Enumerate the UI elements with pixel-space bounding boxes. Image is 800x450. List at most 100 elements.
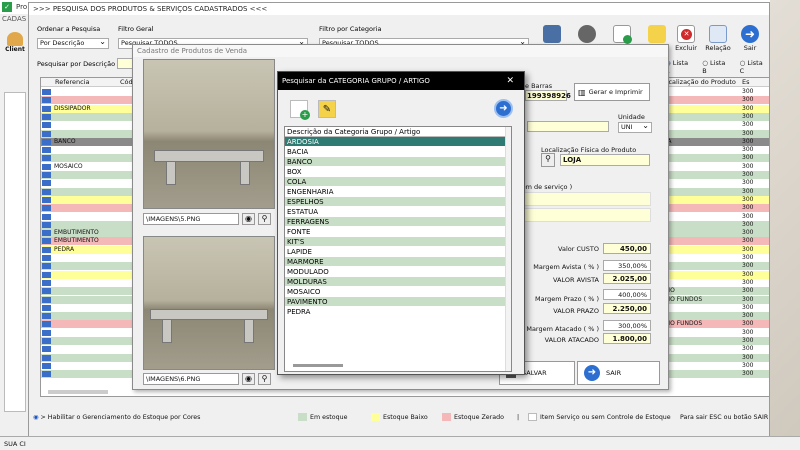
lista-a-radio[interactable]: ◉ Lista A bbox=[665, 59, 694, 75]
row-stock: 300 bbox=[742, 337, 754, 344]
legend-green-swatch bbox=[298, 413, 307, 421]
valor-custo-label: Valor CUSTO bbox=[558, 245, 599, 253]
sair-top-button[interactable]: ➜ Sair bbox=[735, 25, 765, 52]
category-scrollbar[interactable] bbox=[505, 127, 511, 371]
loc-field[interactable]: LOJA bbox=[560, 154, 650, 166]
legend-item-servico: Item Serviço ou sem Controle de Estoque bbox=[528, 409, 671, 427]
search-titlebar: >>> PESQUISA DOS PRODUTOS & SERVIÇOS CAD… bbox=[29, 3, 769, 15]
descricao-field[interactable] bbox=[527, 121, 609, 132]
arrow-right-icon: ➜ bbox=[741, 25, 759, 43]
row-stock: 300 bbox=[742, 328, 754, 336]
lista-c-radio[interactable]: ○ Lista C bbox=[740, 59, 769, 75]
category-item[interactable]: KIT'S bbox=[285, 237, 511, 247]
category-dialog: Pesquisar da CATEGORIA GRUPO / ARTIGO ✕ … bbox=[277, 71, 525, 375]
row-marker-icon bbox=[42, 362, 51, 369]
tool-button-2[interactable] bbox=[572, 25, 602, 44]
image-1-camera-button[interactable]: ◉ bbox=[242, 213, 255, 225]
category-item[interactable]: MOSAICO bbox=[285, 287, 511, 297]
row-ref: EMBUTIMENTO bbox=[54, 237, 99, 245]
image-2-search-button[interactable]: ⚲ bbox=[258, 373, 271, 385]
category-item[interactable]: PAVIMENTO bbox=[285, 297, 511, 307]
delete-icon: ✕ bbox=[677, 25, 695, 43]
category-item[interactable]: MODULADO bbox=[285, 267, 511, 277]
valor-atacado-label: VALOR ATACADO bbox=[544, 336, 599, 344]
valor-custo-field[interactable]: 450,00 bbox=[603, 243, 651, 254]
sair-button[interactable]: ➜ SAIR bbox=[577, 361, 660, 385]
relacao-button[interactable]: Relação bbox=[703, 25, 733, 52]
row-stock: 300 bbox=[742, 146, 754, 154]
add-icon: + bbox=[300, 110, 310, 120]
row-stock: 300 bbox=[742, 112, 754, 120]
bg-list bbox=[4, 92, 26, 412]
row-marker-icon bbox=[42, 163, 51, 170]
category-item[interactable]: FERRAGENS bbox=[285, 217, 511, 227]
row-marker-icon bbox=[42, 271, 51, 278]
row-marker-icon bbox=[42, 97, 51, 104]
edit-category-button[interactable]: ✎ bbox=[318, 100, 336, 118]
camera-icon: ◉ bbox=[245, 374, 252, 383]
grid-scrollbar[interactable] bbox=[48, 390, 108, 394]
close-icon[interactable]: ✕ bbox=[506, 72, 514, 90]
row-ref: BANCO bbox=[54, 137, 76, 145]
row-marker-icon bbox=[42, 371, 51, 378]
valor-atacado-field[interactable]: 1.800,00 bbox=[603, 333, 651, 344]
loc-search-button[interactable]: ⚲ bbox=[541, 153, 555, 167]
valor-prazo-field[interactable]: 2.250,00 bbox=[603, 303, 651, 314]
obs-field-2[interactable] bbox=[511, 208, 651, 222]
image-1-search-button[interactable]: ⚲ bbox=[258, 213, 271, 225]
row-stock: 300 bbox=[742, 154, 754, 162]
sair-hint: Para sair ESC ou botão SAIR bbox=[680, 414, 769, 421]
client-button[interactable]: Client bbox=[4, 32, 26, 53]
cadastro-title: Cadastro de Produtos de Venda bbox=[133, 45, 668, 57]
row-marker-icon bbox=[42, 321, 51, 328]
margem-prazo-field[interactable]: 400,00% bbox=[603, 289, 651, 300]
category-item[interactable]: ENGENHARIA bbox=[285, 187, 511, 197]
tool-button-4[interactable] bbox=[642, 25, 672, 44]
category-item[interactable]: ESPELHOS bbox=[285, 197, 511, 207]
category-item[interactable]: BANCO bbox=[285, 157, 511, 167]
row-stock: 300 bbox=[742, 320, 754, 328]
image-2-camera-button[interactable]: ◉ bbox=[242, 373, 255, 385]
category-list[interactable]: Descrição da Categoria Grupo / Artigo AR… bbox=[284, 126, 512, 372]
product-image-2 bbox=[143, 236, 275, 370]
unidade-select[interactable]: UNI bbox=[618, 121, 652, 133]
row-marker-icon bbox=[42, 122, 51, 129]
category-item[interactable]: MARMORE bbox=[285, 257, 511, 267]
row-marker-icon bbox=[42, 313, 51, 320]
row-marker-icon bbox=[42, 354, 51, 361]
category-item[interactable]: BACIA bbox=[285, 147, 511, 157]
valor-avista-field[interactable]: 2.025,00 bbox=[603, 273, 651, 284]
category-item[interactable]: ESTATUA bbox=[285, 207, 511, 217]
tool-button-1[interactable] bbox=[537, 25, 567, 44]
category-item[interactable]: ARDOSIA bbox=[285, 137, 511, 147]
category-item[interactable]: LAPIDE bbox=[285, 247, 511, 257]
margem-avista-field[interactable]: 350,00% bbox=[603, 260, 651, 271]
estoque-toggle[interactable]: ◉ > Habilitar o Gerenciamento do Estoque… bbox=[33, 409, 200, 427]
margem-atacado-field[interactable]: 300,00% bbox=[603, 320, 651, 331]
lista-b-radio[interactable]: ○ Lista B bbox=[702, 59, 731, 75]
obs-field-1[interactable] bbox=[511, 192, 651, 206]
row-marker-icon bbox=[42, 196, 51, 203]
ordenar-select[interactable]: Por Descrição bbox=[37, 37, 109, 49]
category-item[interactable]: MOLDURAS bbox=[285, 277, 511, 287]
pesquisar-label: Pesquisar por Descrição bbox=[37, 60, 116, 68]
row-marker-icon bbox=[42, 138, 51, 145]
status-text: SUA CI bbox=[4, 440, 26, 448]
excluir-button[interactable]: ✕ Excluir bbox=[671, 25, 701, 52]
add-category-button[interactable]: + bbox=[290, 100, 310, 120]
lista-radio-group: ◉ Lista A ○ Lista B ○ Lista C bbox=[665, 59, 769, 75]
category-item[interactable]: BOX bbox=[285, 167, 511, 177]
gerar-imprimir-button[interactable]: ▥ Gerar e Imprimir bbox=[574, 83, 650, 101]
category-exit-button[interactable]: ➜ bbox=[494, 99, 513, 118]
row-stock: 300 bbox=[742, 96, 754, 104]
row-stock: 300 bbox=[742, 345, 754, 353]
radio-on-icon: ◉ bbox=[33, 414, 39, 421]
category-hscroll[interactable] bbox=[293, 364, 343, 367]
margem-prazo-label: Margem Prazo ( % ) bbox=[535, 295, 599, 303]
category-item[interactable]: COLA bbox=[285, 177, 511, 187]
app-logo-icon: ✓ bbox=[2, 2, 12, 12]
category-item[interactable]: PEDRA bbox=[285, 307, 511, 317]
barras-field[interactable]: 199398926 bbox=[525, 90, 571, 101]
category-item[interactable]: FONTE bbox=[285, 227, 511, 237]
tool-button-3[interactable] bbox=[607, 25, 637, 44]
